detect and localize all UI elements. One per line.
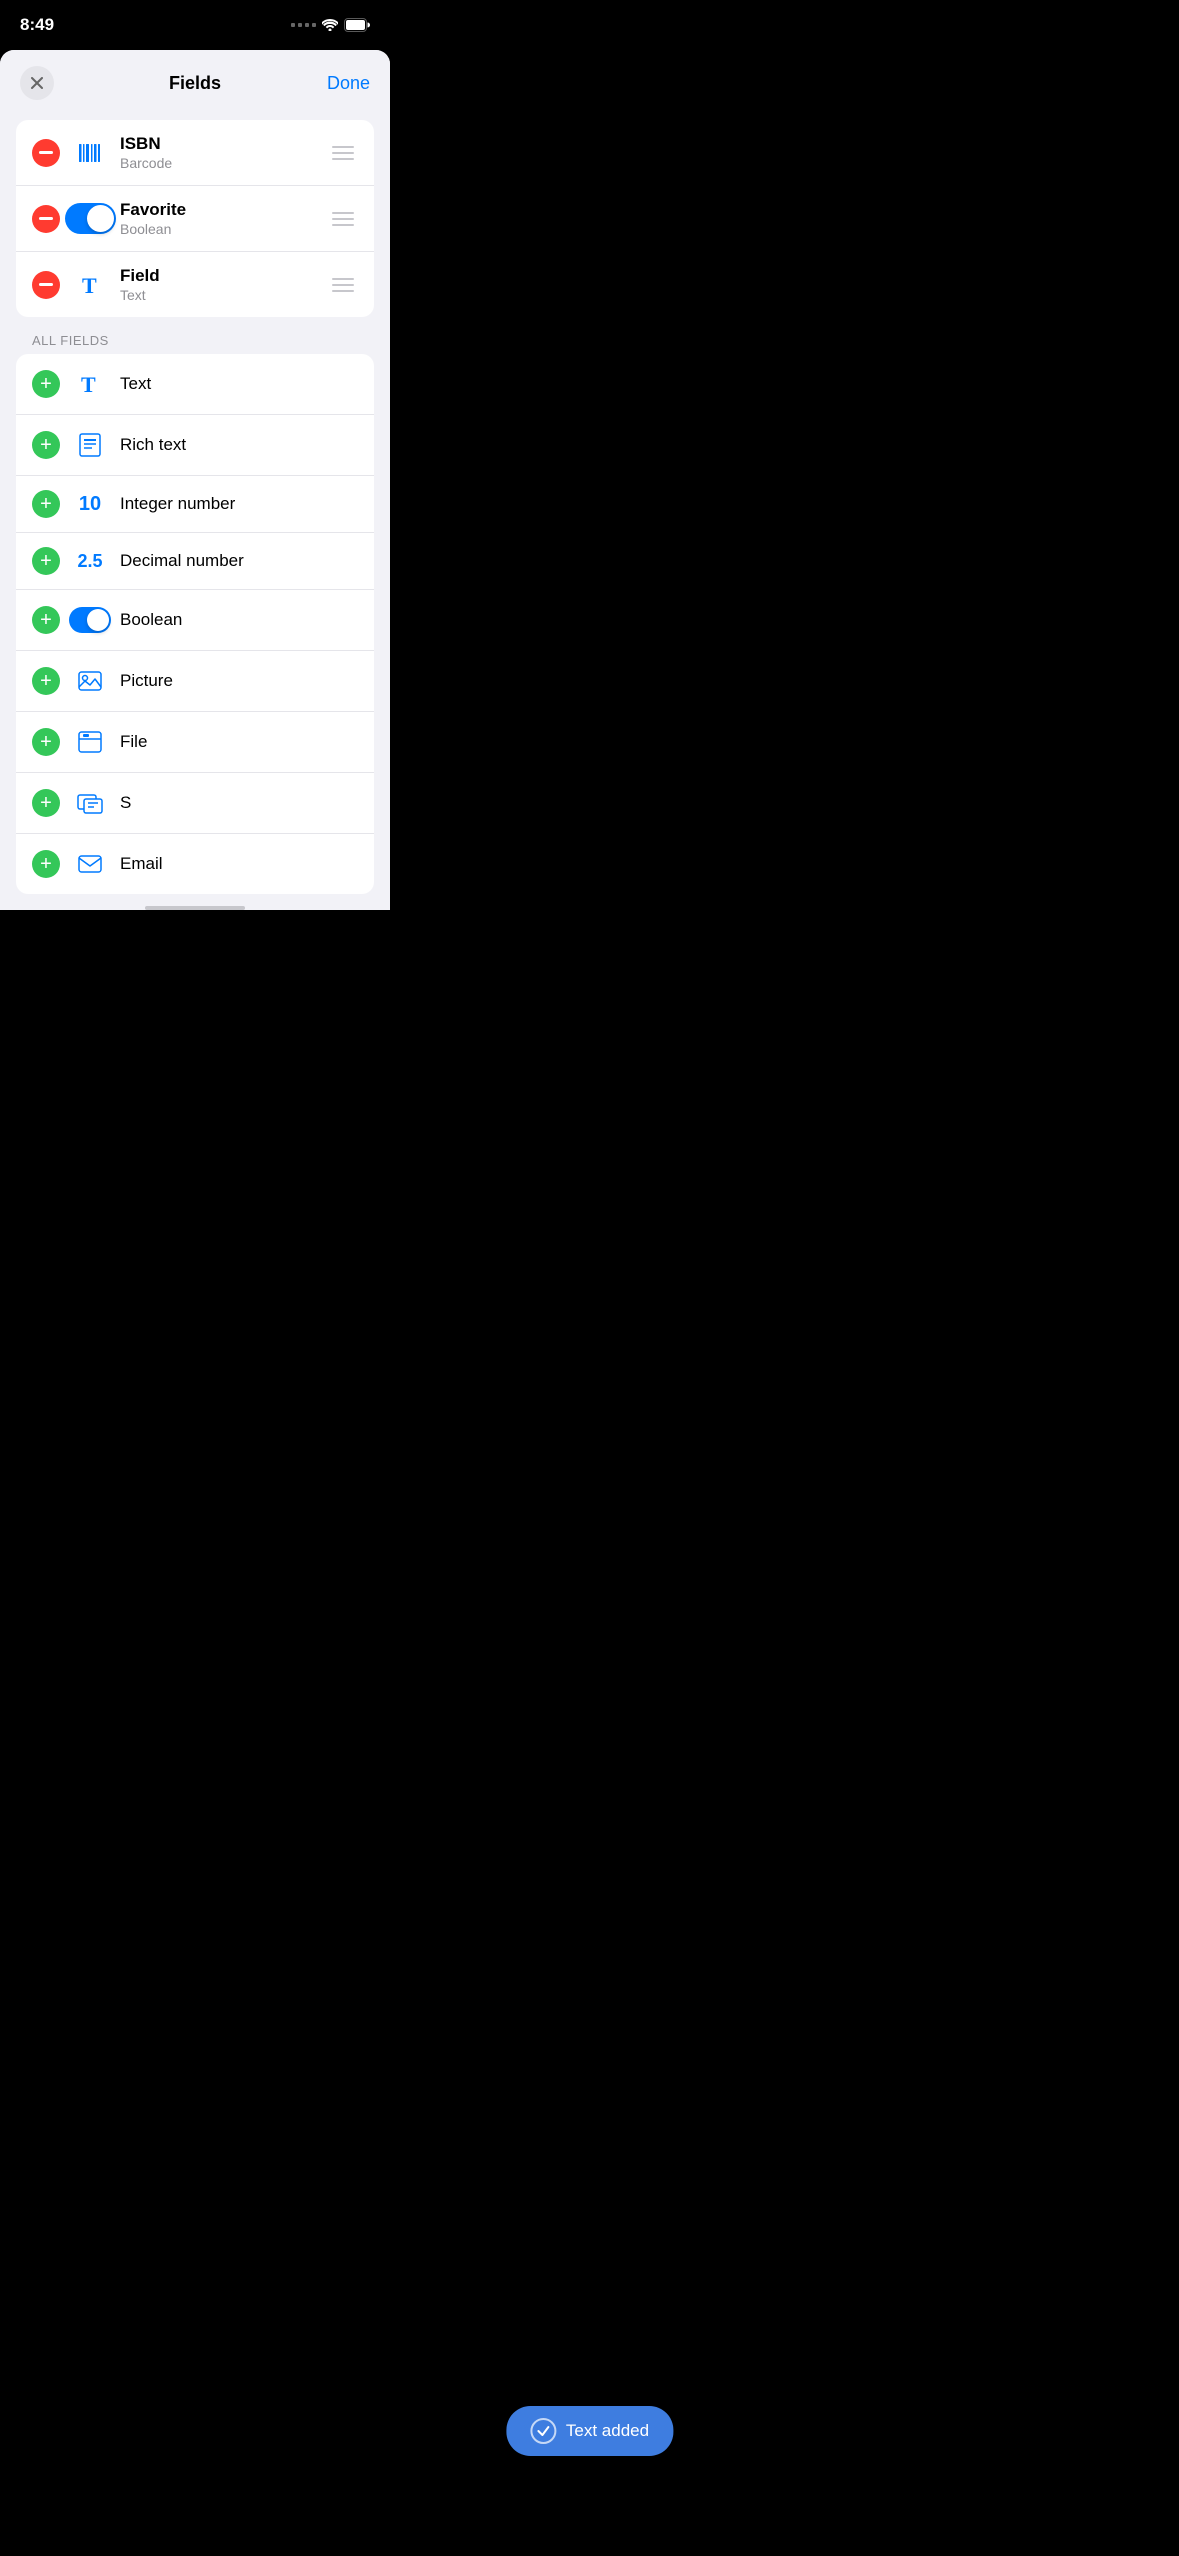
- integer-type-icon: 10: [74, 493, 106, 516]
- boolean-field-label: Boolean: [120, 610, 182, 630]
- active-field-field[interactable]: T Field Text: [16, 252, 374, 317]
- add-boolean-button[interactable]: [32, 606, 60, 634]
- add-file-row[interactable]: File: [16, 712, 374, 773]
- favorite-toggle-icon: [74, 203, 106, 235]
- signal-icon: [291, 23, 316, 27]
- add-richtext-button[interactable]: [32, 431, 60, 459]
- email-type-icon: [74, 848, 106, 880]
- remove-isbn-button[interactable]: [32, 139, 60, 167]
- active-field-isbn[interactable]: ISBN Barcode: [16, 120, 374, 186]
- toggle-knob: [87, 205, 114, 232]
- barcode-icon: [74, 137, 106, 169]
- add-picture-button[interactable]: [32, 667, 60, 695]
- close-button[interactable]: [20, 66, 54, 100]
- nav-bar: Fields Done: [0, 50, 390, 112]
- toast-notification: Text added: [506, 2406, 673, 2456]
- boolean-toggle: [65, 203, 116, 234]
- boolean-toggle-icon: [69, 607, 111, 633]
- sheet: Fields Done ISBN Barcode: [0, 50, 390, 910]
- active-field-favorite[interactable]: Favorite Boolean: [16, 186, 374, 252]
- add-decimal-row[interactable]: 2.5 Decimal number: [16, 533, 374, 590]
- scroll-indicator: [145, 906, 245, 910]
- remove-field-button[interactable]: [32, 271, 60, 299]
- field-field-type: Text: [120, 287, 314, 303]
- file-field-label: File: [120, 732, 147, 752]
- screenshot-field-label: S: [120, 793, 131, 813]
- done-button[interactable]: Done: [327, 73, 370, 94]
- favorite-field-text: Favorite Boolean: [120, 200, 314, 237]
- field-drag-handle[interactable]: [328, 274, 358, 296]
- add-integer-button[interactable]: [32, 490, 60, 518]
- integer-field-label: Integer number: [120, 494, 235, 514]
- add-richtext-row[interactable]: Rich text: [16, 415, 374, 476]
- add-integer-row[interactable]: 10 Integer number: [16, 476, 374, 533]
- status-icons: [291, 18, 370, 32]
- isbn-field-text: ISBN Barcode: [120, 134, 314, 171]
- file-type-icon: [74, 726, 106, 758]
- text-field-icon: T: [74, 269, 106, 301]
- add-boolean-row[interactable]: Boolean: [16, 590, 374, 651]
- all-fields-section-label: ALL FIELDS: [32, 333, 358, 348]
- wifi-icon: [322, 19, 338, 31]
- add-picture-row[interactable]: Picture: [16, 651, 374, 712]
- favorite-field-type: Boolean: [120, 221, 314, 237]
- svg-text:T: T: [81, 372, 96, 397]
- all-fields-card: T Text Rich text 10 Integer number: [16, 354, 374, 894]
- screenshot-type-icon: [74, 787, 106, 819]
- decimal-field-label: Decimal number: [120, 551, 244, 571]
- picture-type-icon: [74, 665, 106, 697]
- add-file-button[interactable]: [32, 728, 60, 756]
- battery-icon: [344, 18, 370, 32]
- add-text-button[interactable]: [32, 370, 60, 398]
- add-email-row[interactable]: Email: [16, 834, 374, 894]
- text-field-label: Text: [120, 374, 151, 394]
- page-title: Fields: [169, 73, 221, 94]
- richtext-field-label: Rich text: [120, 435, 186, 455]
- remove-favorite-button[interactable]: [32, 205, 60, 233]
- add-decimal-button[interactable]: [32, 547, 60, 575]
- add-text-row[interactable]: T Text: [16, 354, 374, 415]
- add-email-button[interactable]: [32, 850, 60, 878]
- picture-field-label: Picture: [120, 671, 173, 691]
- favorite-drag-handle[interactable]: [328, 208, 358, 230]
- isbn-field-type: Barcode: [120, 155, 314, 171]
- status-time: 8:49: [20, 15, 54, 35]
- text-type-icon: T: [74, 368, 106, 400]
- toggle-knob-icon: [87, 609, 109, 631]
- add-screenshot-button[interactable]: [32, 789, 60, 817]
- add-screenshot-row[interactable]: S: [16, 773, 374, 834]
- isbn-drag-handle[interactable]: [328, 142, 358, 164]
- boolean-type-icon: [74, 604, 106, 636]
- decimal-type-icon: 2.5: [74, 551, 106, 572]
- toast-check-icon: [530, 2418, 556, 2444]
- favorite-field-name: Favorite: [120, 200, 314, 220]
- toast-message: Text added: [566, 2421, 649, 2441]
- svg-text:T: T: [82, 273, 97, 298]
- field-field-name: Field: [120, 266, 314, 286]
- isbn-field-name: ISBN: [120, 134, 314, 154]
- email-field-label: Email: [120, 854, 163, 874]
- status-bar: 8:49: [0, 0, 390, 50]
- active-fields-card: ISBN Barcode Favorite Boolean: [16, 120, 374, 317]
- richtext-type-icon: [74, 429, 106, 461]
- field-field-text: Field Text: [120, 266, 314, 303]
